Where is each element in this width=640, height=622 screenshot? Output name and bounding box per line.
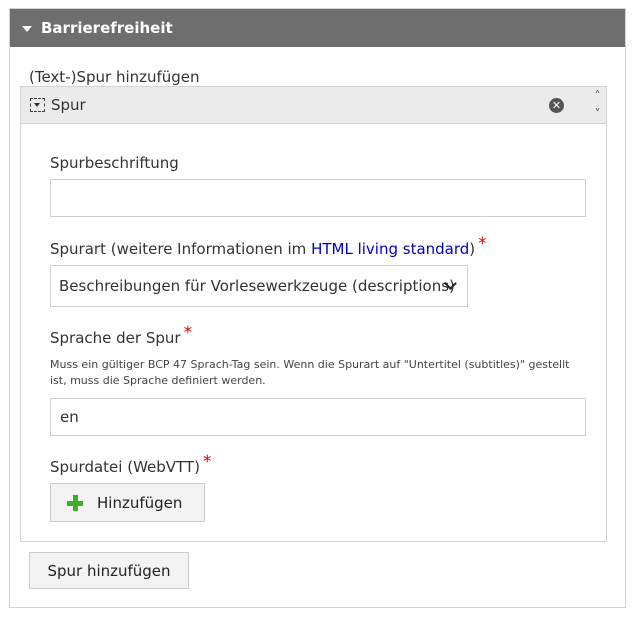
track-kind-label: Spurart (weitere Informationen im HTML l… [50,234,487,259]
html-living-standard-link[interactable]: HTML living standard [311,240,469,258]
add-track-button[interactable]: Spur hinzufügen [29,552,189,589]
required-marker: * [478,234,487,254]
track-kind-select[interactable]: Beschreibungen für Vorlesewerkzeuge (des… [50,265,468,307]
add-file-button[interactable]: Hinzufügen [50,483,205,522]
up-down-arrows-icon[interactable]: ˄ ˅ [589,87,606,123]
track-title: Spur [51,96,86,114]
remove-icon[interactable]: ✕ [549,98,564,113]
track-language-label-text: Sprache der Spur [50,329,181,347]
track-label-input[interactable] [50,179,586,217]
track-label-field-label: Spurbeschriftung [50,154,179,172]
section-title: Barrierefreiheit [41,19,173,37]
track-kind-label-prefix: Spurart (weitere Informationen im [50,240,312,258]
track-file-label: Spurdatei (WebVTT) * [50,452,211,477]
add-track-label: (Text-)Spur hinzufügen [29,68,200,86]
caret-down-icon [22,25,32,32]
section-header-accessibility[interactable]: Barrierefreiheit [10,9,625,47]
track-kind-selected: Beschreibungen für Vorlesewerkzeuge (des… [59,277,455,295]
required-marker: * [183,323,193,343]
move-up-icon[interactable]: ˄ [589,87,606,105]
track-kind-label-suffix: ) [469,240,476,258]
required-marker: * [202,452,212,472]
plus-icon [67,494,83,511]
move-down-icon[interactable]: ˅ [589,105,606,123]
track-file-label-text: Spurdatei (WebVTT) [50,458,200,476]
track-language-help: Muss ein gültiger BCP 47 Sprach-Tag sein… [50,358,570,387]
track-item-header[interactable]: Spur ✕ ˄ ˅ [20,86,607,124]
add-track-button-label: Spur hinzufügen [47,561,171,580]
track-language-input[interactable] [50,398,586,436]
drag-handle-icon[interactable] [30,98,45,112]
add-file-button-label: Hinzufügen [97,493,183,512]
track-language-label: Sprache der Spur * [50,323,192,348]
